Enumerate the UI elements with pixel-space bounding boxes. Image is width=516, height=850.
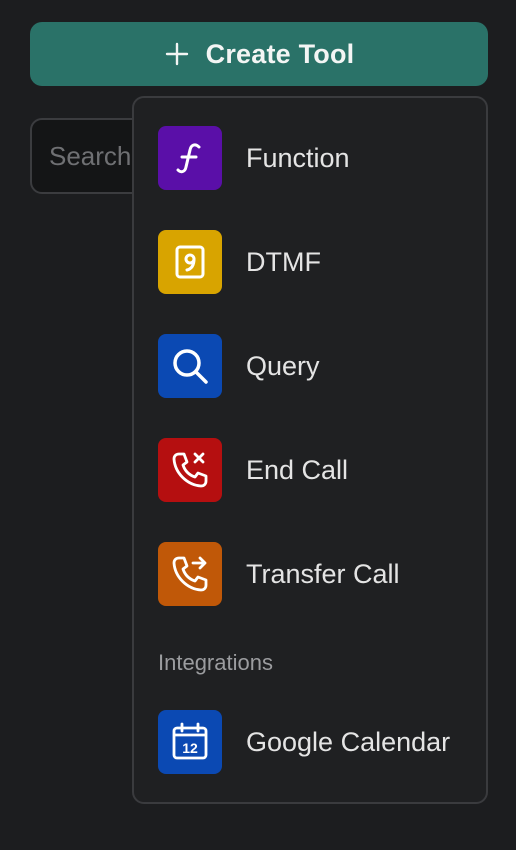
plus-icon — [164, 41, 190, 67]
create-tool-label: Create Tool — [205, 38, 355, 69]
create-tool-dropdown-menu: Function DTMF Query End Call Transfer Ca… — [132, 96, 488, 804]
menu-item-label: Query — [246, 350, 320, 381]
menu-item-label: Transfer Call — [246, 558, 400, 589]
calendar-12-icon: 12 — [158, 710, 222, 774]
menu-item-transfer-call[interactable]: Transfer Call — [158, 542, 478, 606]
create-tool-button[interactable]: Create Tool — [30, 22, 488, 86]
menu-item-label: Google Calendar — [246, 726, 451, 757]
dialpad-nine-icon — [158, 230, 222, 294]
menu-item-query[interactable]: Query — [158, 334, 478, 398]
svg-text:12: 12 — [182, 740, 198, 756]
phone-transfer-icon — [158, 542, 222, 606]
integrations-section-label: Integrations — [158, 650, 273, 675]
function-icon — [158, 126, 222, 190]
menu-item-google-calendar[interactable]: 12 Google Calendar — [158, 710, 478, 774]
menu-item-label: Function — [246, 142, 350, 173]
menu-item-label: End Call — [246, 454, 349, 485]
menu-item-dtmf[interactable]: DTMF — [158, 230, 478, 294]
menu-item-label: DTMF — [246, 246, 321, 277]
tools-panel: Create Tool Function DTMF — [0, 0, 516, 850]
menu-item-end-call[interactable]: End Call — [158, 438, 478, 502]
phone-end-icon — [158, 438, 222, 502]
search-icon — [158, 334, 222, 398]
menu-item-function[interactable]: Function — [158, 126, 478, 190]
